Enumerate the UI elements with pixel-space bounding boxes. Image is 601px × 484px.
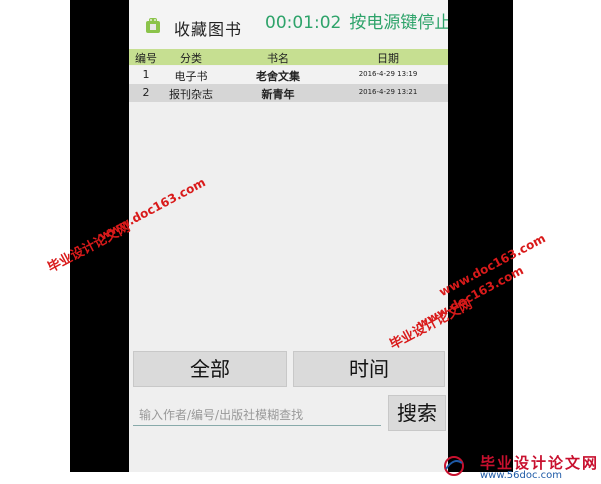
footer-watermark-url: www.56doc.com [480,470,563,481]
row-category: 电子书 [174,70,208,83]
search-input[interactable] [133,404,381,426]
time-button[interactable]: 时间 [293,351,445,387]
row-book-name: 老舍文集 [256,70,300,83]
row-date: 2016-4-29 13:19 [358,70,418,78]
watermark-logo-icon [444,456,464,476]
row-category: 报刊杂志 [169,88,213,101]
timer-value: 00:01:02 [265,13,342,33]
table-header: 编号 分类 书名 日期 [129,49,448,65]
row-book-name: 新青年 [261,88,295,101]
right-letterbox [448,0,513,472]
all-button[interactable]: 全部 [133,351,287,387]
header-category: 分类 [180,52,202,65]
header-number: 编号 [135,52,157,65]
timer-hint: 按电源键停止 [349,13,448,33]
android-icon [146,18,160,33]
row-number: 2 [142,86,150,99]
app-title: 收藏图书 [174,20,243,39]
action-bar: 收藏图书 00:01:02 按电源键停止 [129,0,448,49]
table-row[interactable]: 1 电子书 老舍文集 2016-4-29 13:19 [129,66,448,84]
search-button[interactable]: 搜索 [388,395,446,431]
row-number: 1 [142,68,150,81]
recording-timer: 00:01:02 按电源键停止 [265,8,448,33]
header-book-name: 书名 [267,52,289,65]
row-date: 2016-4-29 13:21 [358,88,418,96]
phone-screen: 收藏图书 00:01:02 按电源键停止 编号 分类 书名 日期 1 电子书 老舍… [129,0,448,472]
table-row[interactable]: 2 报刊杂志 新青年 2016-4-29 13:21 [129,84,448,102]
header-date: 日期 [377,52,399,65]
